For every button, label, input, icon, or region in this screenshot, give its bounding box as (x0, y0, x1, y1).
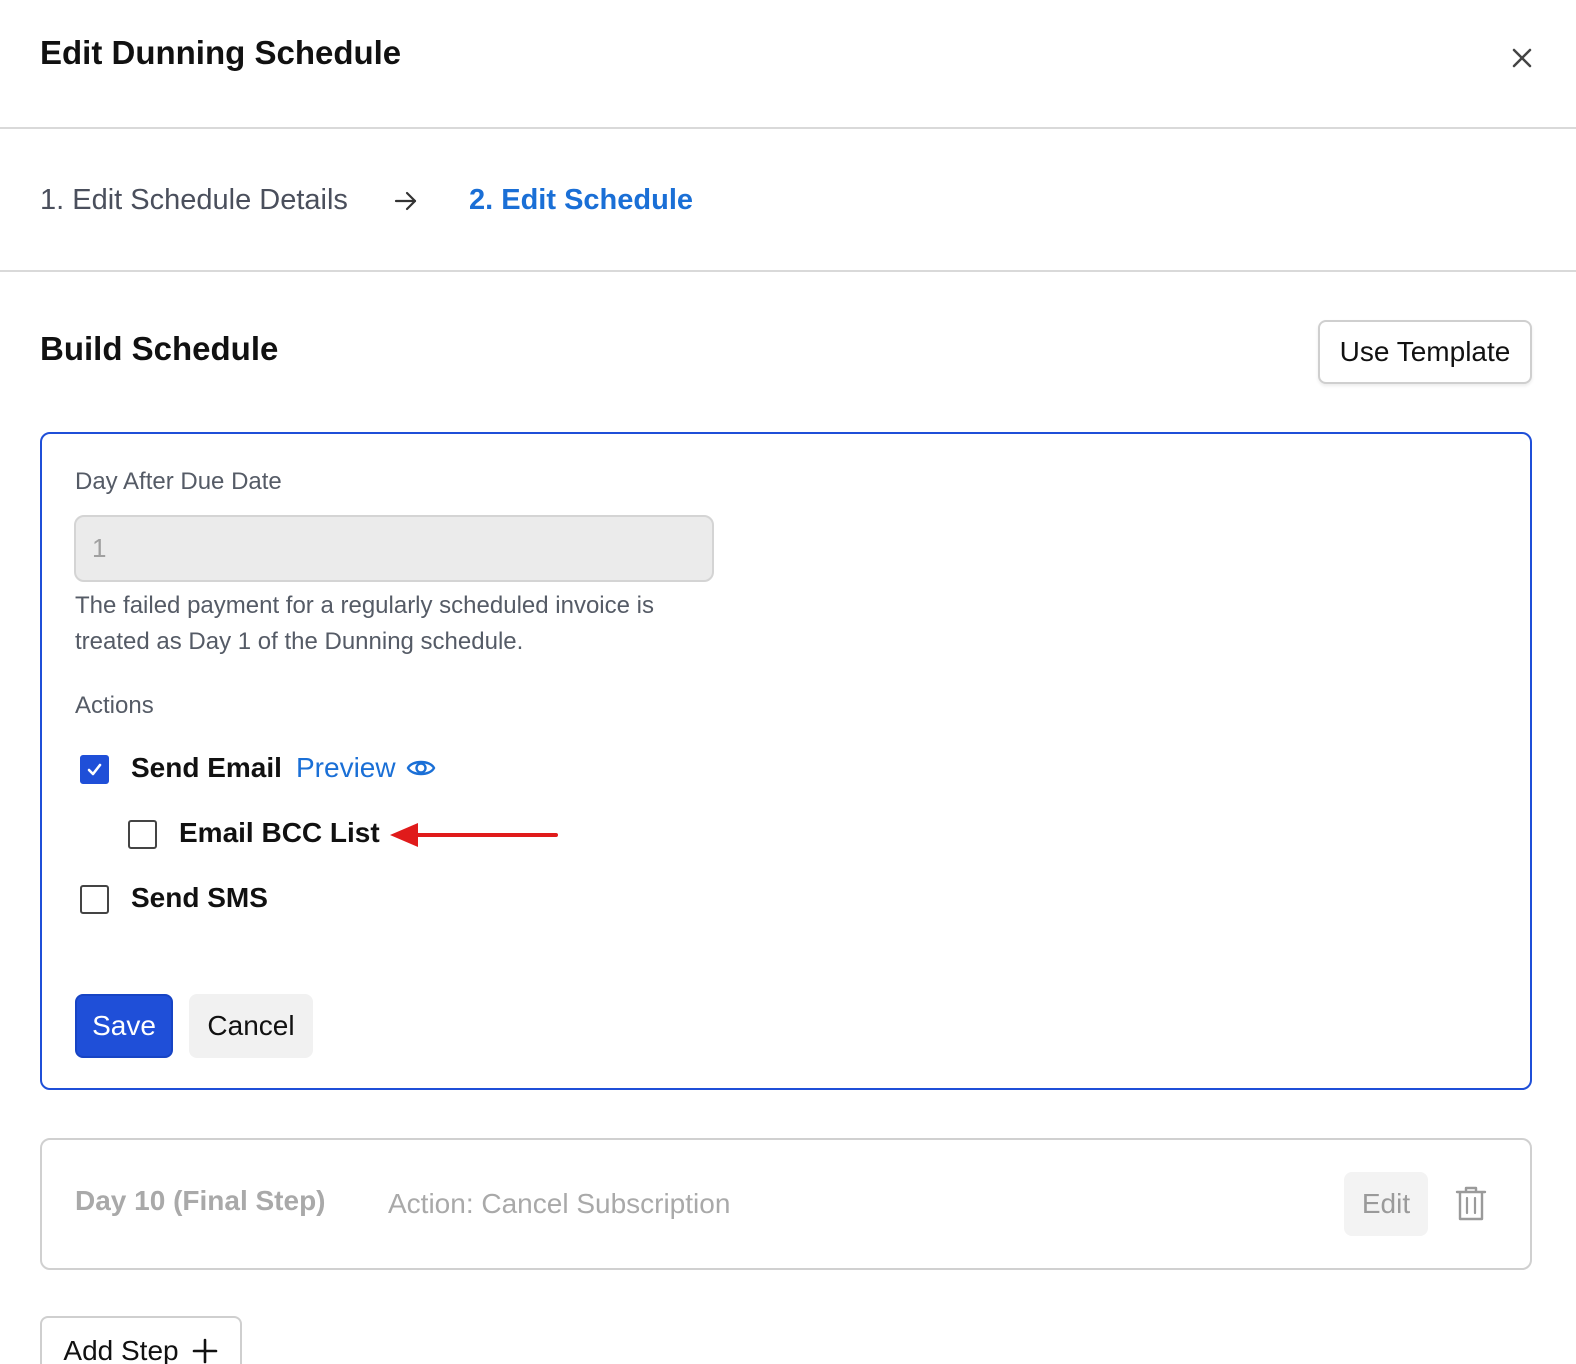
checkmark-icon (87, 763, 102, 776)
trash-icon[interactable] (1454, 1184, 1488, 1222)
email-bcc-list-checkbox[interactable] (128, 820, 157, 849)
plus-icon (192, 1338, 217, 1364)
use-template-button[interactable]: Use Template (1318, 320, 1532, 384)
build-schedule-title: Build Schedule (40, 330, 279, 367)
send-sms-checkbox[interactable] (80, 885, 109, 914)
preview-link[interactable]: Preview (296, 752, 436, 784)
send-email-checkbox[interactable] (80, 755, 109, 784)
email-bcc-list-label[interactable]: Email BCC List (179, 817, 380, 849)
final-step-edit-button[interactable]: Edit (1344, 1172, 1428, 1236)
red-arrow-annotation-icon (390, 823, 558, 847)
final-step-action-text: Action: Cancel Subscription (388, 1188, 731, 1219)
send-sms-label[interactable]: Send SMS (131, 882, 268, 914)
preview-label: Preview (296, 752, 396, 783)
actions-label: Actions (75, 692, 154, 719)
edit-dunning-schedule-modal: Edit Dunning Schedule 1. Edit Schedule D… (0, 0, 1576, 1364)
eye-icon (406, 760, 435, 776)
stepper: 1. Edit Schedule Details 2. Edit Schedul… (0, 129, 1576, 272)
save-button[interactable]: Save (75, 994, 173, 1058)
cancel-button[interactable]: Cancel (189, 994, 313, 1058)
add-step-label: Add Step (63, 1335, 179, 1364)
step-edit-schedule[interactable]: 2. Edit Schedule (469, 184, 693, 217)
final-step-day-label: Day 10 (Final Step) (75, 1185, 326, 1216)
modal-title: Edit Dunning Schedule (40, 34, 402, 71)
add-step-button[interactable]: Add Step (40, 1316, 242, 1364)
day-after-due-date-input[interactable] (74, 515, 714, 582)
final-step-card: Day 10 (Final Step) Action: Cancel Subsc… (40, 1138, 1532, 1270)
schedule-step-editor: Day After Due Date The failed payment fo… (40, 432, 1532, 1090)
modal-header: Edit Dunning Schedule (0, 0, 1576, 129)
send-email-label[interactable]: Send Email (131, 752, 282, 784)
day-after-due-date-label: Day After Due Date (75, 468, 282, 495)
day-help-text: The failed payment for a regularly sched… (75, 592, 654, 655)
close-icon[interactable] (1504, 40, 1540, 76)
step-edit-schedule-details[interactable]: 1. Edit Schedule Details (40, 184, 348, 217)
arrow-right-icon (394, 191, 417, 211)
